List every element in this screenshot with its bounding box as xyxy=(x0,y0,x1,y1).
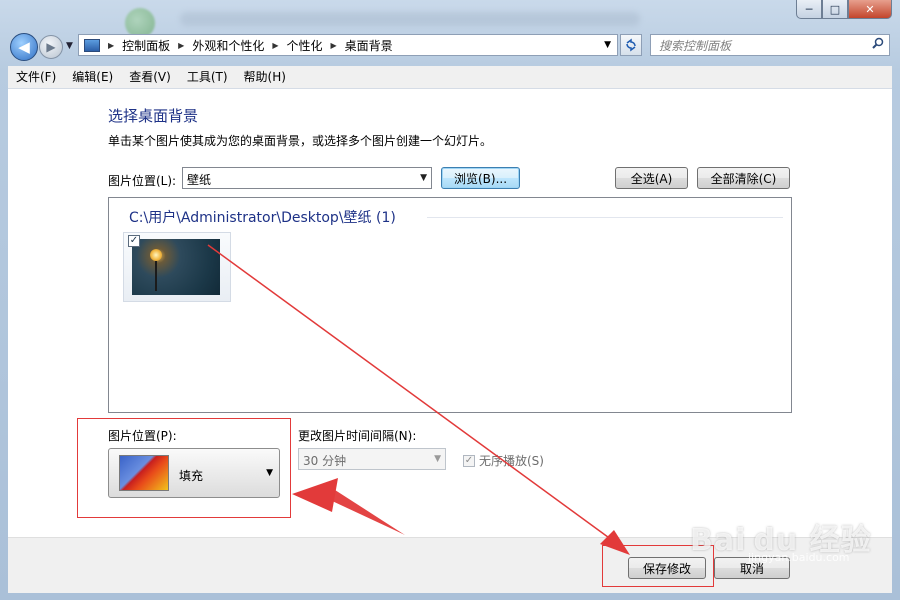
recent-pages-dropdown-icon[interactable]: ▼ xyxy=(66,41,73,51)
close-button[interactable]: ✕ xyxy=(848,0,892,19)
chevron-right-icon[interactable]: ▶ xyxy=(331,41,337,50)
browse-button[interactable]: 浏览(B)... xyxy=(441,167,520,189)
refresh-icon xyxy=(626,38,636,52)
menu-tools[interactable]: 工具(T) xyxy=(179,66,236,88)
group-divider xyxy=(427,217,783,218)
select-all-button[interactable]: 全选(A) xyxy=(615,167,688,189)
shuffle-label: 无序播放(S) xyxy=(479,454,544,468)
wallpaper-thumbnail[interactable] xyxy=(132,239,220,295)
lamp-glow xyxy=(150,249,162,261)
page-title: 选择桌面背景 xyxy=(108,107,199,125)
menu-view[interactable]: 查看(V) xyxy=(121,66,179,88)
interval-value: 30 分钟 xyxy=(303,454,347,468)
blurred-window-title xyxy=(180,12,640,26)
picture-location-label: 图片位置(L): xyxy=(108,174,177,188)
wallpaper-checkbox[interactable]: ✓ xyxy=(128,235,140,247)
breadcrumb-personalization[interactable]: 个性化 xyxy=(287,37,323,54)
refresh-button[interactable] xyxy=(620,34,642,56)
picture-location-select[interactable]: 壁纸 ▼ xyxy=(182,167,432,189)
clear-all-button[interactable]: 全部清除(C) xyxy=(697,167,790,189)
lamp-post xyxy=(155,261,157,291)
back-button[interactable]: ◀ xyxy=(10,33,38,61)
menu-file[interactable]: 文件(F) xyxy=(8,66,64,88)
chevron-right-icon[interactable]: ▶ xyxy=(108,41,114,50)
maximize-button[interactable]: □ xyxy=(822,0,848,19)
wallpaper-gallery[interactable]: C:\用户\Administrator\Desktop\壁纸 (1) ✓ xyxy=(108,197,792,413)
menu-help[interactable]: 帮助(H) xyxy=(236,66,294,88)
shuffle-option[interactable]: ✓ 无序播放(S) xyxy=(463,452,544,469)
address-bar[interactable]: ▶ 控制面板 ▶ 外观和个性化 ▶ 个性化 ▶ 桌面背景 ▼ xyxy=(78,34,618,56)
chevron-down-icon: ▼ xyxy=(420,173,427,183)
chevron-right-icon[interactable]: ▶ xyxy=(272,41,278,50)
breadcrumb-appearance[interactable]: 外观和个性化 xyxy=(192,37,264,54)
search-box xyxy=(650,34,890,56)
interval-select[interactable]: 30 分钟 ▼ xyxy=(298,448,446,470)
forward-button[interactable]: ▶ xyxy=(39,35,63,59)
shuffle-checkbox[interactable]: ✓ xyxy=(463,454,475,467)
chevron-right-icon[interactable]: ▶ xyxy=(178,41,184,50)
menu-bar: 文件(F) 编辑(E) 查看(V) 工具(T) 帮助(H) xyxy=(8,66,892,89)
navigation-bar: ◀ ▶ ▼ ▶ 控制面板 ▶ 外观和个性化 ▶ 个性化 ▶ 桌面背景 ▼ xyxy=(0,31,900,61)
breadcrumb-desktop-background[interactable]: 桌面背景 xyxy=(345,37,393,54)
control-panel-icon xyxy=(84,38,100,52)
search-input[interactable] xyxy=(657,36,861,56)
watermark-url: jingyan.baidu.com xyxy=(748,551,850,564)
search-icon[interactable] xyxy=(872,37,884,49)
picture-location-value: 壁纸 xyxy=(187,173,212,187)
interval-label: 更改图片时间间隔(N): xyxy=(298,429,417,443)
annotation-box-position xyxy=(77,418,291,518)
menu-edit[interactable]: 编辑(E) xyxy=(64,66,121,88)
gallery-group-header[interactable]: C:\用户\Administrator\Desktop\壁纸 (1) xyxy=(129,207,396,227)
page-description: 单击某个图片使其成为您的桌面背景，或选择多个图片创建一个幻灯片。 xyxy=(108,134,493,148)
breadcrumb-control-panel[interactable]: 控制面板 xyxy=(122,37,170,54)
wallpaper-item[interactable]: ✓ xyxy=(123,232,231,302)
minimize-button[interactable]: ─ xyxy=(796,0,822,19)
window-controls: ─ □ ✕ xyxy=(796,0,892,20)
title-bar: ─ □ ✕ xyxy=(0,0,900,38)
address-dropdown-icon[interactable]: ▼ xyxy=(604,40,611,50)
chevron-down-icon: ▼ xyxy=(434,454,441,464)
